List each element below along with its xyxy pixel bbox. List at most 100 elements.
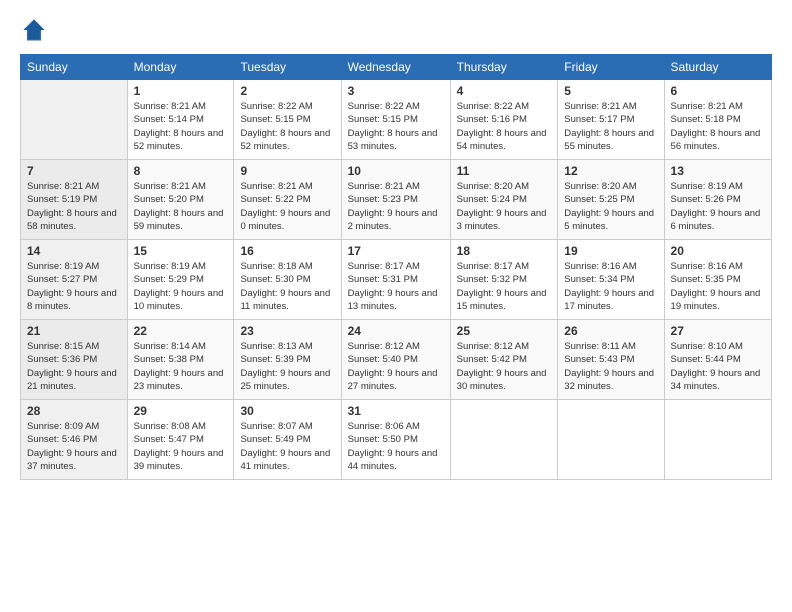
calendar-cell: 7 Sunrise: 8:21 AMSunset: 5:19 PMDayligh… bbox=[21, 160, 128, 240]
day-info: Sunrise: 8:16 AMSunset: 5:35 PMDaylight:… bbox=[671, 260, 765, 313]
day-number: 9 bbox=[240, 164, 334, 178]
day-info: Sunrise: 8:22 AMSunset: 5:15 PMDaylight:… bbox=[348, 100, 444, 153]
day-header-saturday: Saturday bbox=[664, 55, 771, 80]
day-info: Sunrise: 8:21 AMSunset: 5:18 PMDaylight:… bbox=[671, 100, 765, 153]
day-number: 30 bbox=[240, 404, 334, 418]
day-header-monday: Monday bbox=[127, 55, 234, 80]
calendar-cell: 4 Sunrise: 8:22 AMSunset: 5:16 PMDayligh… bbox=[450, 80, 558, 160]
calendar-cell bbox=[558, 400, 664, 480]
calendar-cell: 6 Sunrise: 8:21 AMSunset: 5:18 PMDayligh… bbox=[664, 80, 771, 160]
day-info: Sunrise: 8:20 AMSunset: 5:24 PMDaylight:… bbox=[457, 180, 552, 233]
day-info: Sunrise: 8:16 AMSunset: 5:34 PMDaylight:… bbox=[564, 260, 657, 313]
page-header bbox=[20, 16, 772, 44]
calendar-cell: 13 Sunrise: 8:19 AMSunset: 5:26 PMDaylig… bbox=[664, 160, 771, 240]
day-number: 3 bbox=[348, 84, 444, 98]
day-number: 10 bbox=[348, 164, 444, 178]
calendar-body: 1 Sunrise: 8:21 AMSunset: 5:14 PMDayligh… bbox=[21, 80, 772, 480]
day-number: 26 bbox=[564, 324, 657, 338]
day-info: Sunrise: 8:22 AMSunset: 5:16 PMDaylight:… bbox=[457, 100, 552, 153]
calendar-cell bbox=[450, 400, 558, 480]
day-info: Sunrise: 8:11 AMSunset: 5:43 PMDaylight:… bbox=[564, 340, 657, 393]
day-number: 18 bbox=[457, 244, 552, 258]
day-info: Sunrise: 8:19 AMSunset: 5:27 PMDaylight:… bbox=[27, 260, 121, 313]
day-header-thursday: Thursday bbox=[450, 55, 558, 80]
calendar-week-row: 21 Sunrise: 8:15 AMSunset: 5:36 PMDaylig… bbox=[21, 320, 772, 400]
day-number: 2 bbox=[240, 84, 334, 98]
day-number: 6 bbox=[671, 84, 765, 98]
day-number: 31 bbox=[348, 404, 444, 418]
day-info: Sunrise: 8:06 AMSunset: 5:50 PMDaylight:… bbox=[348, 420, 444, 473]
calendar-cell: 31 Sunrise: 8:06 AMSunset: 5:50 PMDaylig… bbox=[341, 400, 450, 480]
day-number: 27 bbox=[671, 324, 765, 338]
day-number: 5 bbox=[564, 84, 657, 98]
day-number: 17 bbox=[348, 244, 444, 258]
day-info: Sunrise: 8:12 AMSunset: 5:40 PMDaylight:… bbox=[348, 340, 444, 393]
day-number: 20 bbox=[671, 244, 765, 258]
day-info: Sunrise: 8:17 AMSunset: 5:32 PMDaylight:… bbox=[457, 260, 552, 313]
day-info: Sunrise: 8:21 AMSunset: 5:17 PMDaylight:… bbox=[564, 100, 657, 153]
calendar-cell: 25 Sunrise: 8:12 AMSunset: 5:42 PMDaylig… bbox=[450, 320, 558, 400]
day-info: Sunrise: 8:15 AMSunset: 5:36 PMDaylight:… bbox=[27, 340, 121, 393]
day-number: 7 bbox=[27, 164, 121, 178]
day-number: 19 bbox=[564, 244, 657, 258]
day-info: Sunrise: 8:19 AMSunset: 5:26 PMDaylight:… bbox=[671, 180, 765, 233]
day-info: Sunrise: 8:21 AMSunset: 5:23 PMDaylight:… bbox=[348, 180, 444, 233]
calendar-cell: 3 Sunrise: 8:22 AMSunset: 5:15 PMDayligh… bbox=[341, 80, 450, 160]
day-info: Sunrise: 8:21 AMSunset: 5:20 PMDaylight:… bbox=[134, 180, 228, 233]
day-header-wednesday: Wednesday bbox=[341, 55, 450, 80]
day-info: Sunrise: 8:08 AMSunset: 5:47 PMDaylight:… bbox=[134, 420, 228, 473]
calendar-cell bbox=[21, 80, 128, 160]
calendar-cell: 22 Sunrise: 8:14 AMSunset: 5:38 PMDaylig… bbox=[127, 320, 234, 400]
calendar-cell: 18 Sunrise: 8:17 AMSunset: 5:32 PMDaylig… bbox=[450, 240, 558, 320]
day-number: 16 bbox=[240, 244, 334, 258]
calendar-table: SundayMondayTuesdayWednesdayThursdayFrid… bbox=[20, 54, 772, 480]
day-header-tuesday: Tuesday bbox=[234, 55, 341, 80]
calendar-cell: 11 Sunrise: 8:20 AMSunset: 5:24 PMDaylig… bbox=[450, 160, 558, 240]
day-number: 21 bbox=[27, 324, 121, 338]
day-number: 11 bbox=[457, 164, 552, 178]
calendar-cell bbox=[664, 400, 771, 480]
logo bbox=[20, 16, 52, 44]
calendar-cell: 24 Sunrise: 8:12 AMSunset: 5:40 PMDaylig… bbox=[341, 320, 450, 400]
day-info: Sunrise: 8:09 AMSunset: 5:46 PMDaylight:… bbox=[27, 420, 121, 473]
calendar-cell: 2 Sunrise: 8:22 AMSunset: 5:15 PMDayligh… bbox=[234, 80, 341, 160]
calendar-cell: 8 Sunrise: 8:21 AMSunset: 5:20 PMDayligh… bbox=[127, 160, 234, 240]
logo-icon bbox=[20, 16, 48, 44]
calendar-cell: 21 Sunrise: 8:15 AMSunset: 5:36 PMDaylig… bbox=[21, 320, 128, 400]
day-number: 1 bbox=[134, 84, 228, 98]
day-info: Sunrise: 8:21 AMSunset: 5:22 PMDaylight:… bbox=[240, 180, 334, 233]
calendar-header-row: SundayMondayTuesdayWednesdayThursdayFrid… bbox=[21, 55, 772, 80]
day-info: Sunrise: 8:22 AMSunset: 5:15 PMDaylight:… bbox=[240, 100, 334, 153]
day-info: Sunrise: 8:12 AMSunset: 5:42 PMDaylight:… bbox=[457, 340, 552, 393]
day-number: 12 bbox=[564, 164, 657, 178]
calendar-cell: 10 Sunrise: 8:21 AMSunset: 5:23 PMDaylig… bbox=[341, 160, 450, 240]
calendar-cell: 28 Sunrise: 8:09 AMSunset: 5:46 PMDaylig… bbox=[21, 400, 128, 480]
calendar-cell: 14 Sunrise: 8:19 AMSunset: 5:27 PMDaylig… bbox=[21, 240, 128, 320]
calendar-week-row: 14 Sunrise: 8:19 AMSunset: 5:27 PMDaylig… bbox=[21, 240, 772, 320]
day-number: 15 bbox=[134, 244, 228, 258]
day-number: 4 bbox=[457, 84, 552, 98]
day-number: 13 bbox=[671, 164, 765, 178]
day-number: 22 bbox=[134, 324, 228, 338]
day-info: Sunrise: 8:13 AMSunset: 5:39 PMDaylight:… bbox=[240, 340, 334, 393]
calendar-week-row: 7 Sunrise: 8:21 AMSunset: 5:19 PMDayligh… bbox=[21, 160, 772, 240]
day-info: Sunrise: 8:21 AMSunset: 5:19 PMDaylight:… bbox=[27, 180, 121, 233]
day-info: Sunrise: 8:20 AMSunset: 5:25 PMDaylight:… bbox=[564, 180, 657, 233]
day-number: 23 bbox=[240, 324, 334, 338]
day-number: 28 bbox=[27, 404, 121, 418]
day-header-sunday: Sunday bbox=[21, 55, 128, 80]
calendar-cell: 27 Sunrise: 8:10 AMSunset: 5:44 PMDaylig… bbox=[664, 320, 771, 400]
day-info: Sunrise: 8:14 AMSunset: 5:38 PMDaylight:… bbox=[134, 340, 228, 393]
calendar-cell: 1 Sunrise: 8:21 AMSunset: 5:14 PMDayligh… bbox=[127, 80, 234, 160]
day-info: Sunrise: 8:21 AMSunset: 5:14 PMDaylight:… bbox=[134, 100, 228, 153]
calendar-cell: 12 Sunrise: 8:20 AMSunset: 5:25 PMDaylig… bbox=[558, 160, 664, 240]
calendar-cell: 20 Sunrise: 8:16 AMSunset: 5:35 PMDaylig… bbox=[664, 240, 771, 320]
day-number: 25 bbox=[457, 324, 552, 338]
day-number: 24 bbox=[348, 324, 444, 338]
calendar-cell: 5 Sunrise: 8:21 AMSunset: 5:17 PMDayligh… bbox=[558, 80, 664, 160]
calendar-cell: 17 Sunrise: 8:17 AMSunset: 5:31 PMDaylig… bbox=[341, 240, 450, 320]
day-info: Sunrise: 8:10 AMSunset: 5:44 PMDaylight:… bbox=[671, 340, 765, 393]
calendar-cell: 26 Sunrise: 8:11 AMSunset: 5:43 PMDaylig… bbox=[558, 320, 664, 400]
day-info: Sunrise: 8:07 AMSunset: 5:49 PMDaylight:… bbox=[240, 420, 334, 473]
calendar-cell: 23 Sunrise: 8:13 AMSunset: 5:39 PMDaylig… bbox=[234, 320, 341, 400]
